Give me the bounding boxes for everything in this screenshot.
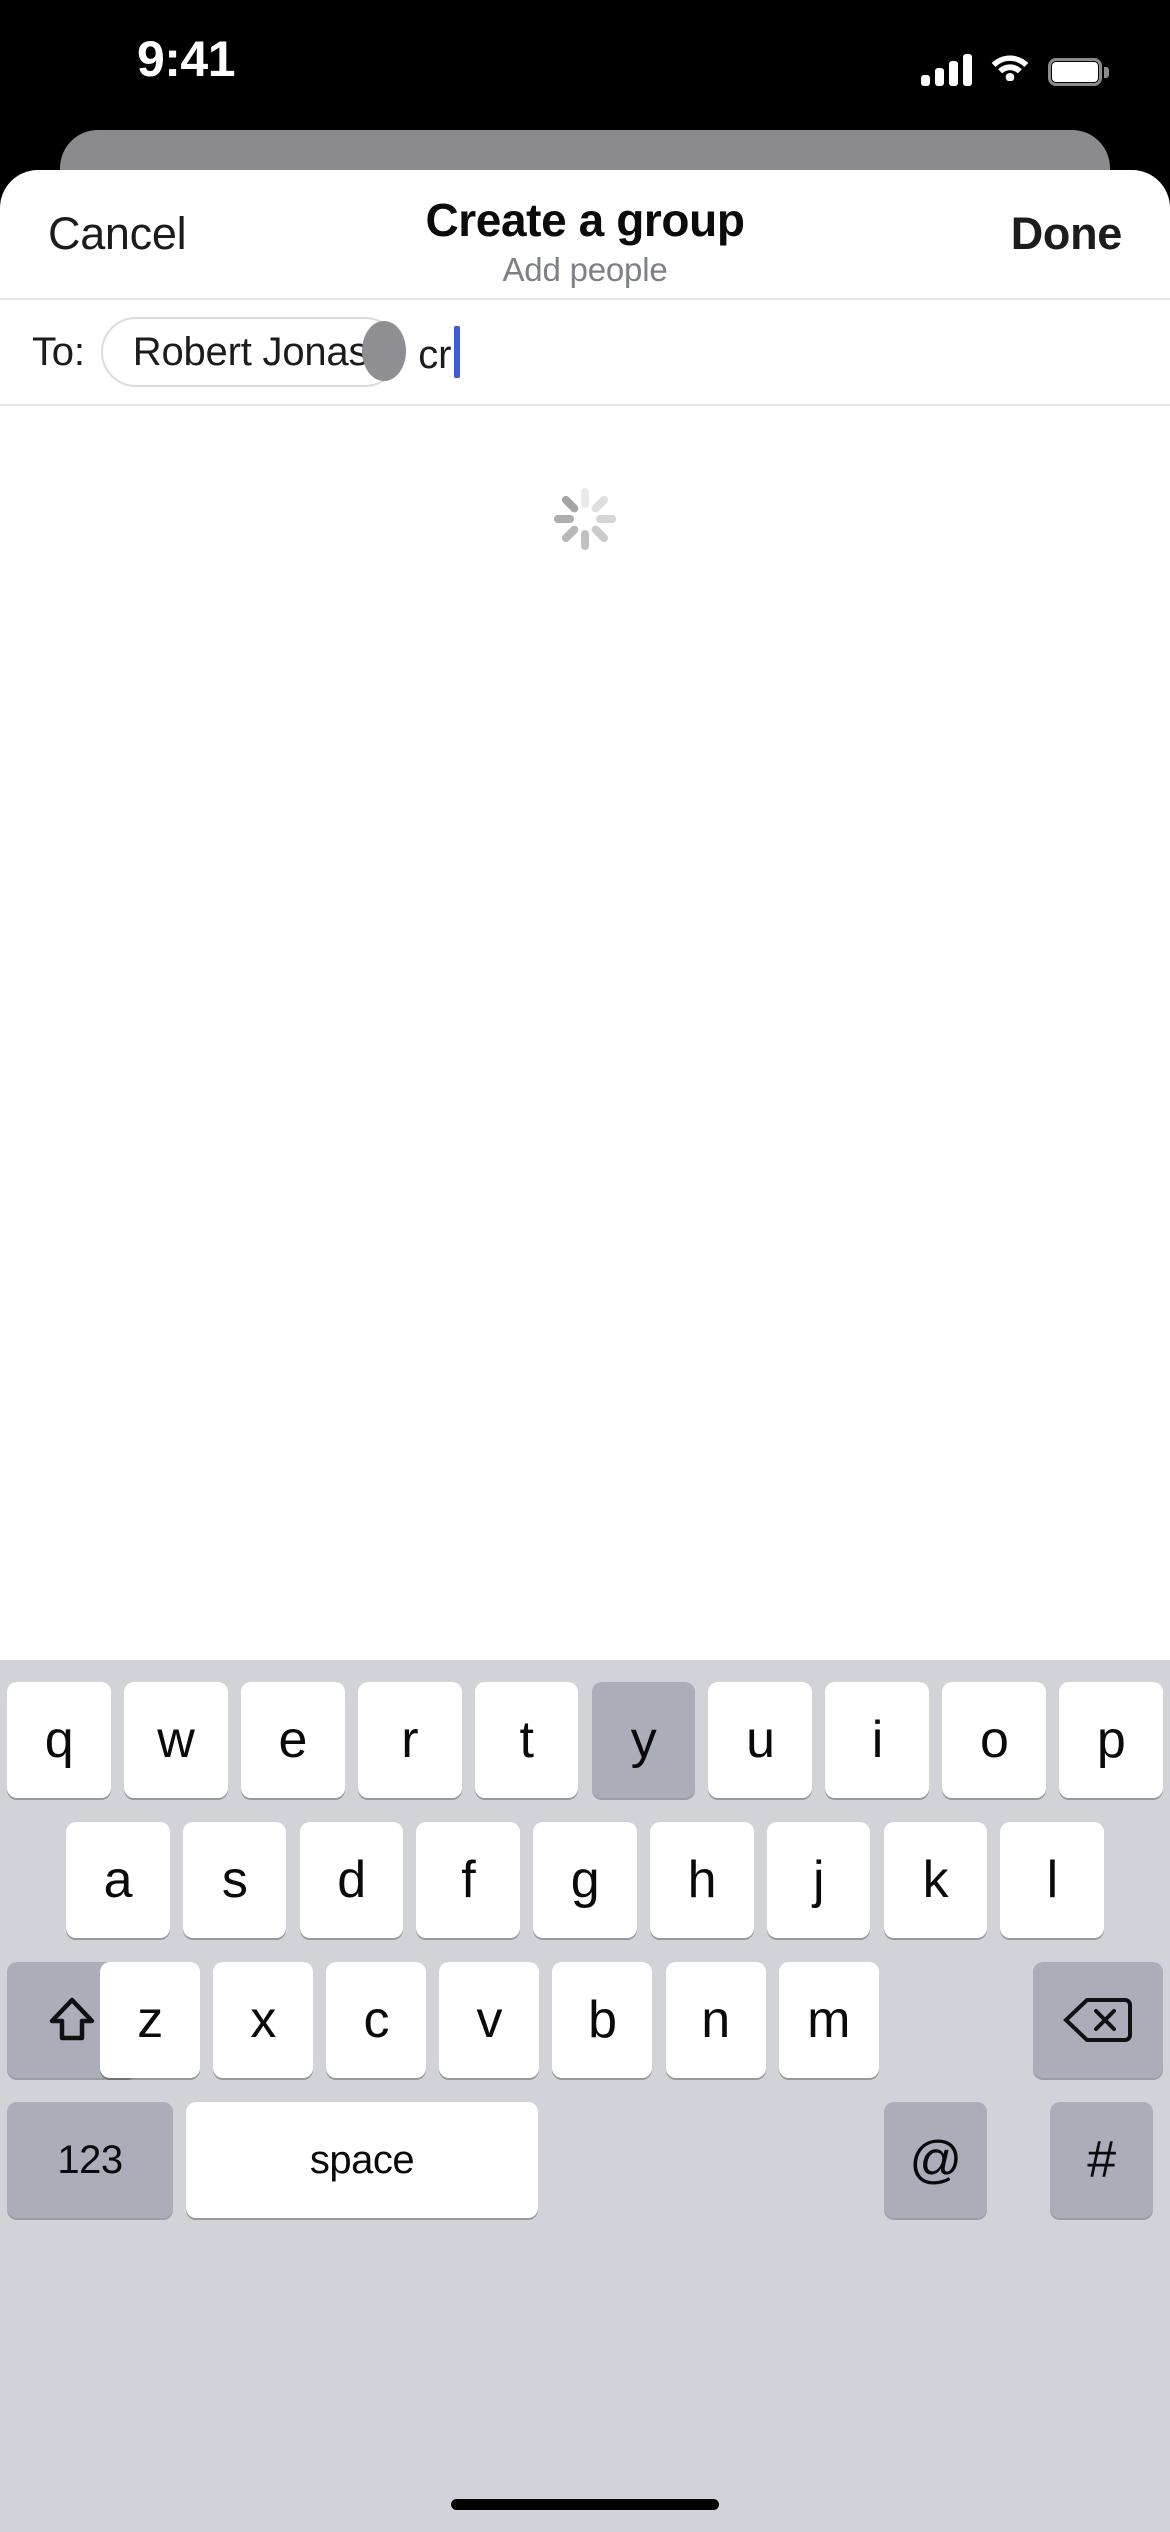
- key-x[interactable]: x: [213, 1962, 314, 2078]
- recipient-chip[interactable]: Robert Jonas: [100, 317, 401, 387]
- key-p-label: p: [1096, 1711, 1126, 1769]
- key-e[interactable]: e: [240, 1682, 345, 1798]
- recipients-input[interactable]: cr: [418, 326, 461, 378]
- cellular-signal-icon: [921, 54, 972, 86]
- battery-full-icon: [1048, 58, 1109, 86]
- key-a-label: a: [103, 1851, 133, 1909]
- text-caret: [454, 326, 461, 378]
- home-indicator: [451, 2499, 719, 2510]
- key-m[interactable]: m: [778, 1962, 879, 2078]
- key-t-label: t: [519, 1711, 534, 1769]
- wifi-icon: [989, 49, 1031, 86]
- key-f[interactable]: f: [416, 1822, 521, 1938]
- key-m-label: m: [807, 1991, 850, 2049]
- status-bar: 9:41: [0, 0, 1170, 130]
- key-u[interactable]: u: [708, 1682, 813, 1798]
- key-o-label: o: [979, 1711, 1009, 1769]
- status-bar-time: 9:41: [136, 31, 236, 87]
- key-k[interactable]: k: [883, 1822, 988, 1938]
- iphone-screen: 9:41 Cancel Create a group Add people Do…: [0, 0, 1170, 2532]
- key-s[interactable]: s: [182, 1822, 287, 1938]
- key-v[interactable]: v: [439, 1962, 540, 2078]
- key-a[interactable]: a: [66, 1822, 170, 1938]
- key-j-label: j: [813, 1851, 825, 1909]
- status-bar-icons: [921, 44, 1109, 86]
- key-s-label: s: [221, 1851, 248, 1909]
- at-sign-key-label: @: [909, 2131, 962, 2189]
- key-y[interactable]: y: [591, 1682, 696, 1798]
- key-r[interactable]: r: [357, 1682, 462, 1798]
- numbers-key[interactable]: 123: [7, 2102, 173, 2218]
- done-button[interactable]: Done: [1011, 208, 1123, 260]
- hash-key-label: #: [1087, 2131, 1116, 2189]
- space-key[interactable]: space: [186, 2102, 538, 2218]
- page-subtitle: Add people: [502, 251, 668, 289]
- key-r-label: r: [401, 1711, 419, 1769]
- recipients-input-text: cr: [418, 333, 452, 377]
- recipients-field[interactable]: To: Robert Jonas cr: [0, 300, 1170, 404]
- key-i[interactable]: i: [825, 1682, 930, 1798]
- key-h[interactable]: h: [649, 1822, 754, 1938]
- key-q-label: q: [44, 1711, 74, 1769]
- key-b[interactable]: b: [552, 1962, 653, 2078]
- key-e-label: e: [278, 1711, 308, 1769]
- hash-key[interactable]: #: [1050, 2102, 1153, 2218]
- key-b-label: b: [588, 1991, 617, 2049]
- key-d-label: d: [337, 1851, 366, 1909]
- key-z[interactable]: z: [100, 1962, 200, 2078]
- key-w[interactable]: w: [123, 1682, 228, 1798]
- key-o[interactable]: o: [942, 1682, 1047, 1798]
- onscreen-keyboard[interactable]: q w e r t y u i o p a s d f g h j k l z x c v b n m 123 space @ #: [0, 1660, 1170, 2532]
- space-key-label: space: [309, 2137, 415, 2182]
- key-l[interactable]: l: [1000, 1822, 1104, 1938]
- key-d[interactable]: d: [299, 1822, 404, 1938]
- recipient-chip-label: Robert Jonas: [132, 329, 369, 374]
- shift-arrow-icon: [49, 1997, 95, 2041]
- contact-avatar-placeholder: [362, 321, 406, 381]
- key-v-label: v: [476, 1991, 503, 2049]
- key-j[interactable]: j: [766, 1822, 871, 1938]
- key-q[interactable]: q: [7, 1682, 111, 1798]
- key-f-label: f: [461, 1851, 476, 1909]
- key-k-label: k: [922, 1851, 949, 1909]
- key-w-label: w: [157, 1711, 195, 1769]
- suggestions-list-area: [0, 406, 1170, 1660]
- activity-spinner: [550, 484, 620, 554]
- key-i-label: i: [871, 1711, 884, 1769]
- key-l-label: l: [1046, 1851, 1059, 1909]
- key-n-label: n: [701, 1991, 730, 2049]
- sheet-title-group: Create a group Add people: [0, 192, 1170, 289]
- key-y-label: y: [630, 1711, 657, 1769]
- numbers-key-label: 123: [57, 2137, 123, 2182]
- key-t[interactable]: t: [474, 1682, 579, 1798]
- key-u-label: u: [746, 1711, 775, 1769]
- key-h-label: h: [687, 1851, 717, 1909]
- key-c-label: c: [363, 1991, 389, 2049]
- backspace-key[interactable]: [1033, 1962, 1163, 2078]
- key-g-label: g: [570, 1851, 600, 1909]
- key-c[interactable]: c: [326, 1962, 427, 2078]
- key-p[interactable]: p: [1059, 1682, 1163, 1798]
- recipients-label: To:: [32, 329, 85, 374]
- key-n[interactable]: n: [665, 1962, 766, 2078]
- create-group-sheet: Cancel Create a group Add people Done To…: [0, 170, 1170, 1660]
- backspace-delete-icon: [1063, 1998, 1132, 2042]
- key-z-label: z: [137, 1991, 163, 2049]
- page-title: Create a group: [425, 194, 745, 246]
- at-sign-key[interactable]: @: [884, 2102, 987, 2218]
- sheet-navigation-bar: Cancel Create a group Add people Done: [0, 170, 1170, 298]
- key-g[interactable]: g: [533, 1822, 637, 1938]
- key-x-label: x: [250, 1991, 276, 2049]
